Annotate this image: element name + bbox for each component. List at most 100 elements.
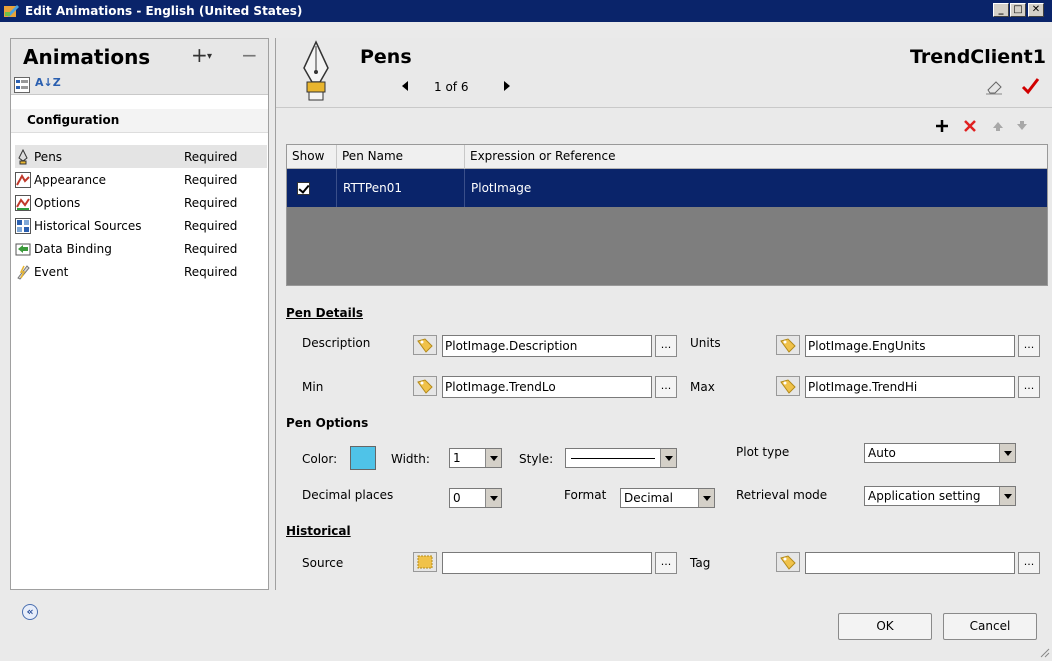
description-browse-button[interactable]: ...	[655, 335, 677, 357]
grid-header: Show Pen Name Expression or Reference	[287, 145, 1047, 169]
minimize-button[interactable]: _	[993, 3, 1009, 17]
column-header-pen-name[interactable]: Pen Name	[337, 145, 465, 169]
object-name: TrendClient1	[910, 46, 1046, 68]
chevron-down-icon[interactable]	[485, 449, 501, 467]
sidebar-item-status: Required	[184, 195, 238, 210]
sidebar-item-options[interactable]: Options Required	[15, 191, 267, 214]
validate-checkmark-icon[interactable]	[1020, 76, 1040, 96]
tag-browse-icon[interactable]	[776, 552, 800, 572]
tag-label: Tag	[690, 556, 711, 570]
move-up-icon[interactable]	[992, 120, 1004, 132]
alphabetical-sort-button[interactable]: A↓Z	[35, 76, 61, 89]
max-label: Max	[690, 380, 715, 394]
sidebar-item-label: Pens	[34, 149, 63, 164]
sidebar-item-pens[interactable]: Pens Required	[15, 145, 267, 168]
sidebar-item-status: Required	[184, 241, 238, 256]
configuration-section: Configuration	[11, 109, 268, 133]
sidebar-item-label: Event	[34, 264, 69, 279]
tag-browse-icon[interactable]	[413, 335, 437, 355]
event-icon	[15, 264, 31, 280]
window-title: Edit Animations - English (United States…	[25, 4, 303, 18]
pens-grid: Show Pen Name Expression or Reference RT…	[286, 144, 1048, 286]
pens-editor-panel: Pens 1 of 6 TrendClient1 Show Pen Name E…	[275, 38, 1052, 590]
width-select[interactable]: 1	[449, 448, 502, 468]
tag-browse-icon[interactable]	[776, 376, 800, 396]
source-browse-button[interactable]: ...	[655, 552, 677, 574]
min-label: Min	[302, 380, 324, 394]
tag-field[interactable]	[805, 552, 1015, 574]
animations-header: Animations + ▾ − A↓Z	[11, 39, 268, 95]
data-binding-icon	[15, 241, 31, 257]
show-checkbox[interactable]	[297, 181, 310, 195]
chevron-down-icon[interactable]	[999, 444, 1015, 462]
eraser-icon[interactable]	[984, 78, 1004, 96]
sidebar-item-status: Required	[184, 218, 238, 233]
sidebar-item-label: Data Binding	[34, 241, 112, 256]
close-button[interactable]: ✕	[1028, 3, 1044, 17]
pager-label: 1 of 6	[434, 80, 469, 94]
next-pen-button[interactable]	[502, 80, 512, 92]
tag-browse-icon[interactable]	[776, 335, 800, 355]
column-header-show[interactable]: Show	[287, 145, 337, 169]
color-label: Color:	[302, 452, 338, 466]
description-field[interactable]: PlotImage.Description	[442, 335, 652, 357]
categorized-view-icon[interactable]	[14, 77, 30, 93]
delete-pen-icon[interactable]	[962, 118, 978, 134]
sidebar-item-label: Options	[34, 195, 81, 210]
expression-cell[interactable]: PlotImage	[465, 169, 1047, 207]
source-field[interactable]	[442, 552, 652, 574]
format-select[interactable]: Decimal	[620, 488, 715, 508]
sidebar-item-historical-sources[interactable]: Historical Sources Required	[15, 214, 267, 237]
source-label: Source	[302, 556, 344, 570]
sidebar-item-label: Historical Sources	[34, 218, 142, 233]
title-bar: Edit Animations - English (United States…	[0, 0, 1052, 22]
units-field[interactable]: PlotImage.EngUnits	[805, 335, 1015, 357]
retrieval-mode-label: Retrieval mode	[736, 488, 828, 502]
solid-line-style	[571, 458, 655, 459]
ok-button[interactable]: OK	[838, 613, 932, 640]
cancel-button[interactable]: Cancel	[943, 613, 1037, 640]
max-browse-button[interactable]: ...	[1018, 376, 1040, 398]
color-swatch[interactable]	[350, 446, 376, 470]
pen-details-title: Pen Details	[286, 306, 363, 320]
tag-browse-icon[interactable]	[413, 376, 437, 396]
tag-browse-button[interactable]: ...	[1018, 552, 1040, 574]
previous-pen-button[interactable]	[400, 80, 410, 92]
show-cell[interactable]	[287, 169, 337, 207]
width-value: 1	[453, 451, 461, 465]
plot-type-value: Auto	[868, 446, 896, 460]
chevron-down-icon[interactable]	[999, 487, 1015, 505]
style-select[interactable]	[565, 448, 677, 468]
column-header-expression[interactable]: Expression or Reference	[465, 145, 1047, 169]
page-title: Pens	[360, 46, 412, 68]
source-browse-icon[interactable]	[413, 552, 437, 572]
width-label: Width:	[391, 452, 430, 466]
add-animation-button[interactable]: +	[191, 43, 208, 67]
plot-type-select[interactable]: Auto	[864, 443, 1016, 463]
historical-sources-icon	[15, 217, 31, 234]
sidebar-item-event[interactable]: Event Required	[15, 260, 267, 283]
retrieval-mode-select[interactable]: Application setting	[864, 486, 1016, 506]
remove-animation-button[interactable]: −	[241, 43, 258, 67]
move-down-icon[interactable]	[1016, 120, 1028, 132]
fountain-pen-icon	[298, 40, 334, 104]
retrieval-mode-value: Application setting	[868, 489, 981, 503]
min-browse-button[interactable]: ...	[655, 376, 677, 398]
pen-name-cell[interactable]: RTTPen01	[337, 169, 465, 207]
add-animation-dropdown[interactable]: ▾	[207, 51, 212, 62]
max-field[interactable]: PlotImage.TrendHi	[805, 376, 1015, 398]
chevron-down-icon[interactable]	[698, 489, 714, 507]
units-browse-button[interactable]: ...	[1018, 335, 1040, 357]
pens-header: Pens 1 of 6 TrendClient1	[276, 38, 1052, 108]
chevron-down-icon[interactable]	[660, 449, 676, 467]
sidebar-item-data-binding[interactable]: Data Binding Required	[15, 237, 267, 260]
min-field[interactable]: PlotImage.TrendLo	[442, 376, 652, 398]
table-row[interactable]: RTTPen01 PlotImage	[287, 169, 1047, 207]
maximize-button[interactable]: □	[1010, 3, 1026, 17]
sidebar-item-appearance[interactable]: Appearance Required	[15, 168, 267, 191]
resize-grip-icon[interactable]	[1038, 646, 1050, 658]
chevron-down-icon[interactable]	[485, 489, 501, 507]
decimal-places-select[interactable]: 0	[449, 488, 502, 508]
collapse-panel-button[interactable]: «	[22, 604, 38, 620]
add-pen-icon[interactable]	[934, 118, 950, 134]
